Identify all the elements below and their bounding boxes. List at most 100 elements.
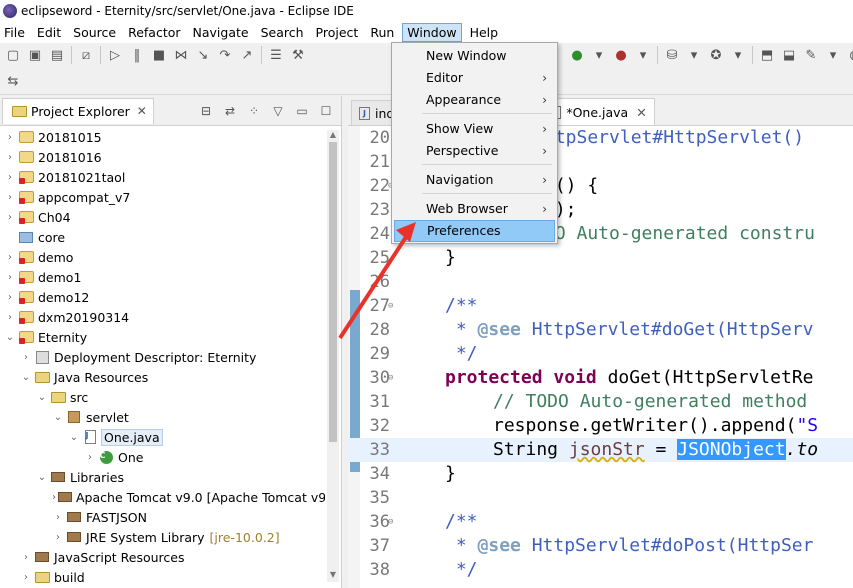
new-class-icon[interactable]: ✪ [707,46,725,64]
chevron-right-icon[interactable]: › [4,312,16,323]
open-task-icon[interactable]: ☰ [267,46,285,64]
step-return-icon[interactable]: ↗ [238,46,256,64]
dropdown-icon[interactable]: ▾ [634,46,652,64]
chevron-right-icon[interactable]: › [52,492,56,503]
toggle-mark-icon[interactable]: ⇆ [4,72,22,90]
menu-window[interactable]: Window [402,23,462,42]
menu-help[interactable]: Help [466,23,503,42]
chevron-right-icon[interactable]: › [4,272,16,283]
tree-item[interactable]: › 20181015 [0,127,325,147]
chevron-down-icon[interactable]: ⌄ [68,432,80,443]
external-tools-icon[interactable]: ● [612,46,630,64]
tree-item[interactable]: › 20181021taol [0,167,325,187]
maximize-icon[interactable]: ☐ [317,104,335,118]
chevron-right-icon[interactable]: › [4,252,16,263]
tree-item[interactable]: › 20181016 [0,147,325,167]
menu-search[interactable]: Search [257,23,308,42]
chevron-down-icon[interactable]: ⌄ [20,372,32,383]
menu-refactor[interactable]: Refactor [124,23,184,42]
tree-item[interactable]: › dxm20190314 [0,307,325,327]
fold-icon[interactable]: ⊖ [388,510,393,534]
scroll-up-icon[interactable]: ▲ [327,130,339,142]
explorer-scrollbar[interactable]: ▲ ▼ [327,130,339,582]
skip-breakpoints-icon[interactable]: ⧄ [77,46,95,64]
scroll-down-icon[interactable]: ▼ [327,570,339,582]
tree-item[interactable]: › JRE System Library [jre-10.0.2] [0,527,325,547]
chevron-right-icon[interactable]: › [4,192,16,203]
menu-item-new-window[interactable]: New Window [394,45,555,67]
tree-item[interactable]: core [0,227,325,247]
menu-item-appearance[interactable]: Appearance › [394,89,555,111]
chevron-right-icon[interactable]: › [20,552,32,563]
focus-icon[interactable]: ⁘ [245,104,263,118]
menu-file[interactable]: File [0,23,29,42]
terminate-icon[interactable]: ■ [150,46,168,64]
view-menu-icon[interactable]: ▽ [269,104,287,118]
new-icon[interactable]: ▢ [4,46,22,64]
run-icon[interactable]: ● [568,46,586,64]
dropdown-icon[interactable]: ▾ [824,46,842,64]
dropdown-icon[interactable]: ▾ [590,46,608,64]
menu-edit[interactable]: Edit [33,23,65,42]
menu-navigate[interactable]: Navigate [189,23,253,42]
tree-item[interactable]: › Ch04 [0,207,325,227]
project-explorer-tab[interactable]: Project Explorer ✕ [2,97,154,124]
chevron-right-icon[interactable]: › [4,152,16,163]
minimize-icon[interactable]: ▭ [293,104,311,118]
tree-item[interactable]: ⌄ src [0,387,325,407]
fold-icon[interactable]: ⊖ [388,294,393,318]
scroll-thumb[interactable] [329,142,337,442]
menu-item-web-browser[interactable]: Web Browser › [394,198,555,220]
chevron-right-icon[interactable]: › [20,572,32,583]
menu-item-show-view[interactable]: Show View › [394,118,555,140]
dropdown-icon[interactable]: ▾ [685,46,703,64]
tree-item[interactable]: ⌄ J One.java [0,427,325,447]
tree-item[interactable]: › C One [0,447,325,467]
search-tool-icon[interactable]: ✎ [802,46,820,64]
chevron-right-icon[interactable]: › [84,452,96,463]
suspend-icon[interactable]: ‖ [128,46,146,64]
collapse-all-icon[interactable]: ⊟ [197,104,215,118]
menu-item-perspective[interactable]: Perspective › [394,140,555,162]
tree-item[interactable]: › build [0,567,325,587]
disconnect-icon[interactable]: ⋈ [172,46,190,64]
menu-item-navigation[interactable]: Navigation › [394,169,555,191]
close-icon[interactable]: ✕ [137,104,147,118]
chevron-down-icon[interactable]: ⌄ [36,472,48,483]
save-all-icon[interactable]: ▤ [48,46,66,64]
new-server-icon[interactable]: ⛁ [663,46,681,64]
tree-item[interactable]: ⌄ Eternity [0,327,325,347]
menu-item-editor[interactable]: Editor › [394,67,555,89]
save-icon[interactable]: ▣ [26,46,44,64]
step-over-icon[interactable]: ↷ [216,46,234,64]
menu-run[interactable]: Run [366,23,398,42]
tree-item[interactable]: › demo12 [0,287,325,307]
chevron-down-icon[interactable]: ⌄ [4,332,16,343]
editor-tab-one-java[interactable]: J *One.java ✕ [542,98,655,125]
tree-item[interactable]: › FASTJSON [0,507,325,527]
open-folder-icon[interactable]: ⬓ [780,46,798,64]
chevron-right-icon[interactable]: › [4,212,16,223]
menu-item-preferences[interactable]: Preferences [394,220,555,242]
tree-item[interactable]: › demo [0,247,325,267]
tree-item[interactable]: ⌄ Libraries [0,467,325,487]
chevron-right-icon[interactable]: › [4,172,16,183]
tree-item[interactable]: ⌄ Java Resources [0,367,325,387]
tree-item[interactable]: › Apache Tomcat v9.0 [Apache Tomcat v9.0] [0,487,325,507]
menu-project[interactable]: Project [312,23,363,42]
fold-icon[interactable]: ⊖ [388,366,393,390]
chevron-right-icon[interactable]: › [4,132,16,143]
chevron-right-icon[interactable]: › [52,532,64,543]
menu-source[interactable]: Source [69,23,120,42]
chevron-right-icon[interactable]: › [4,292,16,303]
build-icon[interactable]: ⚒ [289,46,307,64]
chevron-down-icon[interactable]: ⌄ [52,412,64,423]
chevron-right-icon[interactable]: › [20,352,32,363]
chevron-down-icon[interactable]: ⌄ [36,392,48,403]
tree-item[interactable]: › appcompat_v7 [0,187,325,207]
tree-item[interactable]: › Deployment Descriptor: Eternity [0,347,325,367]
tree-item[interactable]: › demo1 [0,267,325,287]
tree-item[interactable]: ⌄ servlet [0,407,325,427]
tree-item[interactable]: › JavaScript Resources [0,547,325,567]
open-type-icon[interactable]: ⬒ [758,46,776,64]
